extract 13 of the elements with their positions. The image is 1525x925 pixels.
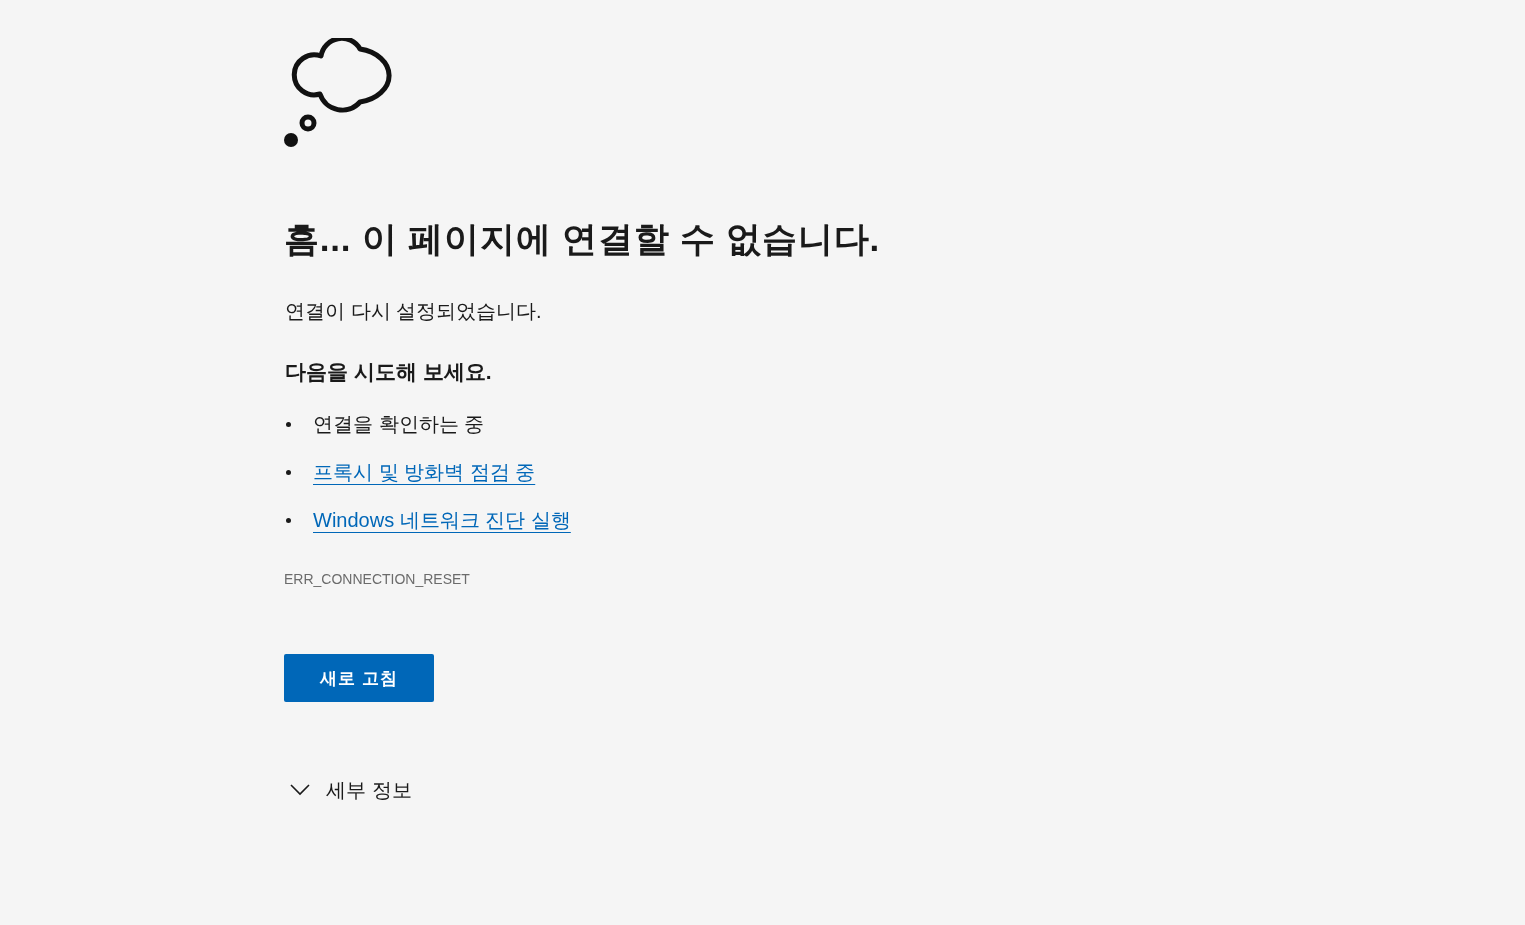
suggestion-text: 연결을 확인하는 중	[313, 412, 485, 437]
bullet-icon	[286, 421, 291, 427]
bullet-icon	[286, 517, 291, 523]
reload-button[interactable]: 새로 고침	[284, 654, 434, 702]
bullet-icon	[286, 469, 291, 475]
error-message: 연결이 다시 설정되었습니다.	[285, 299, 542, 324]
thought-bubble-icon	[284, 38, 394, 148]
error-title: 흠... 이 페이지에 연결할 수 없습니다.	[284, 218, 880, 260]
suggestion-link[interactable]: 프록시 및 방화벽 점검 중	[313, 458, 536, 486]
suggestion-link[interactable]: Windows 네트워크 진단 실행	[313, 506, 571, 534]
suggestions-heading: 다음을 시도해 보세요.	[285, 359, 492, 385]
error-code: ERR_CONNECTION_RESET	[284, 570, 470, 588]
details-toggle[interactable]: 세부 정보	[284, 776, 412, 804]
